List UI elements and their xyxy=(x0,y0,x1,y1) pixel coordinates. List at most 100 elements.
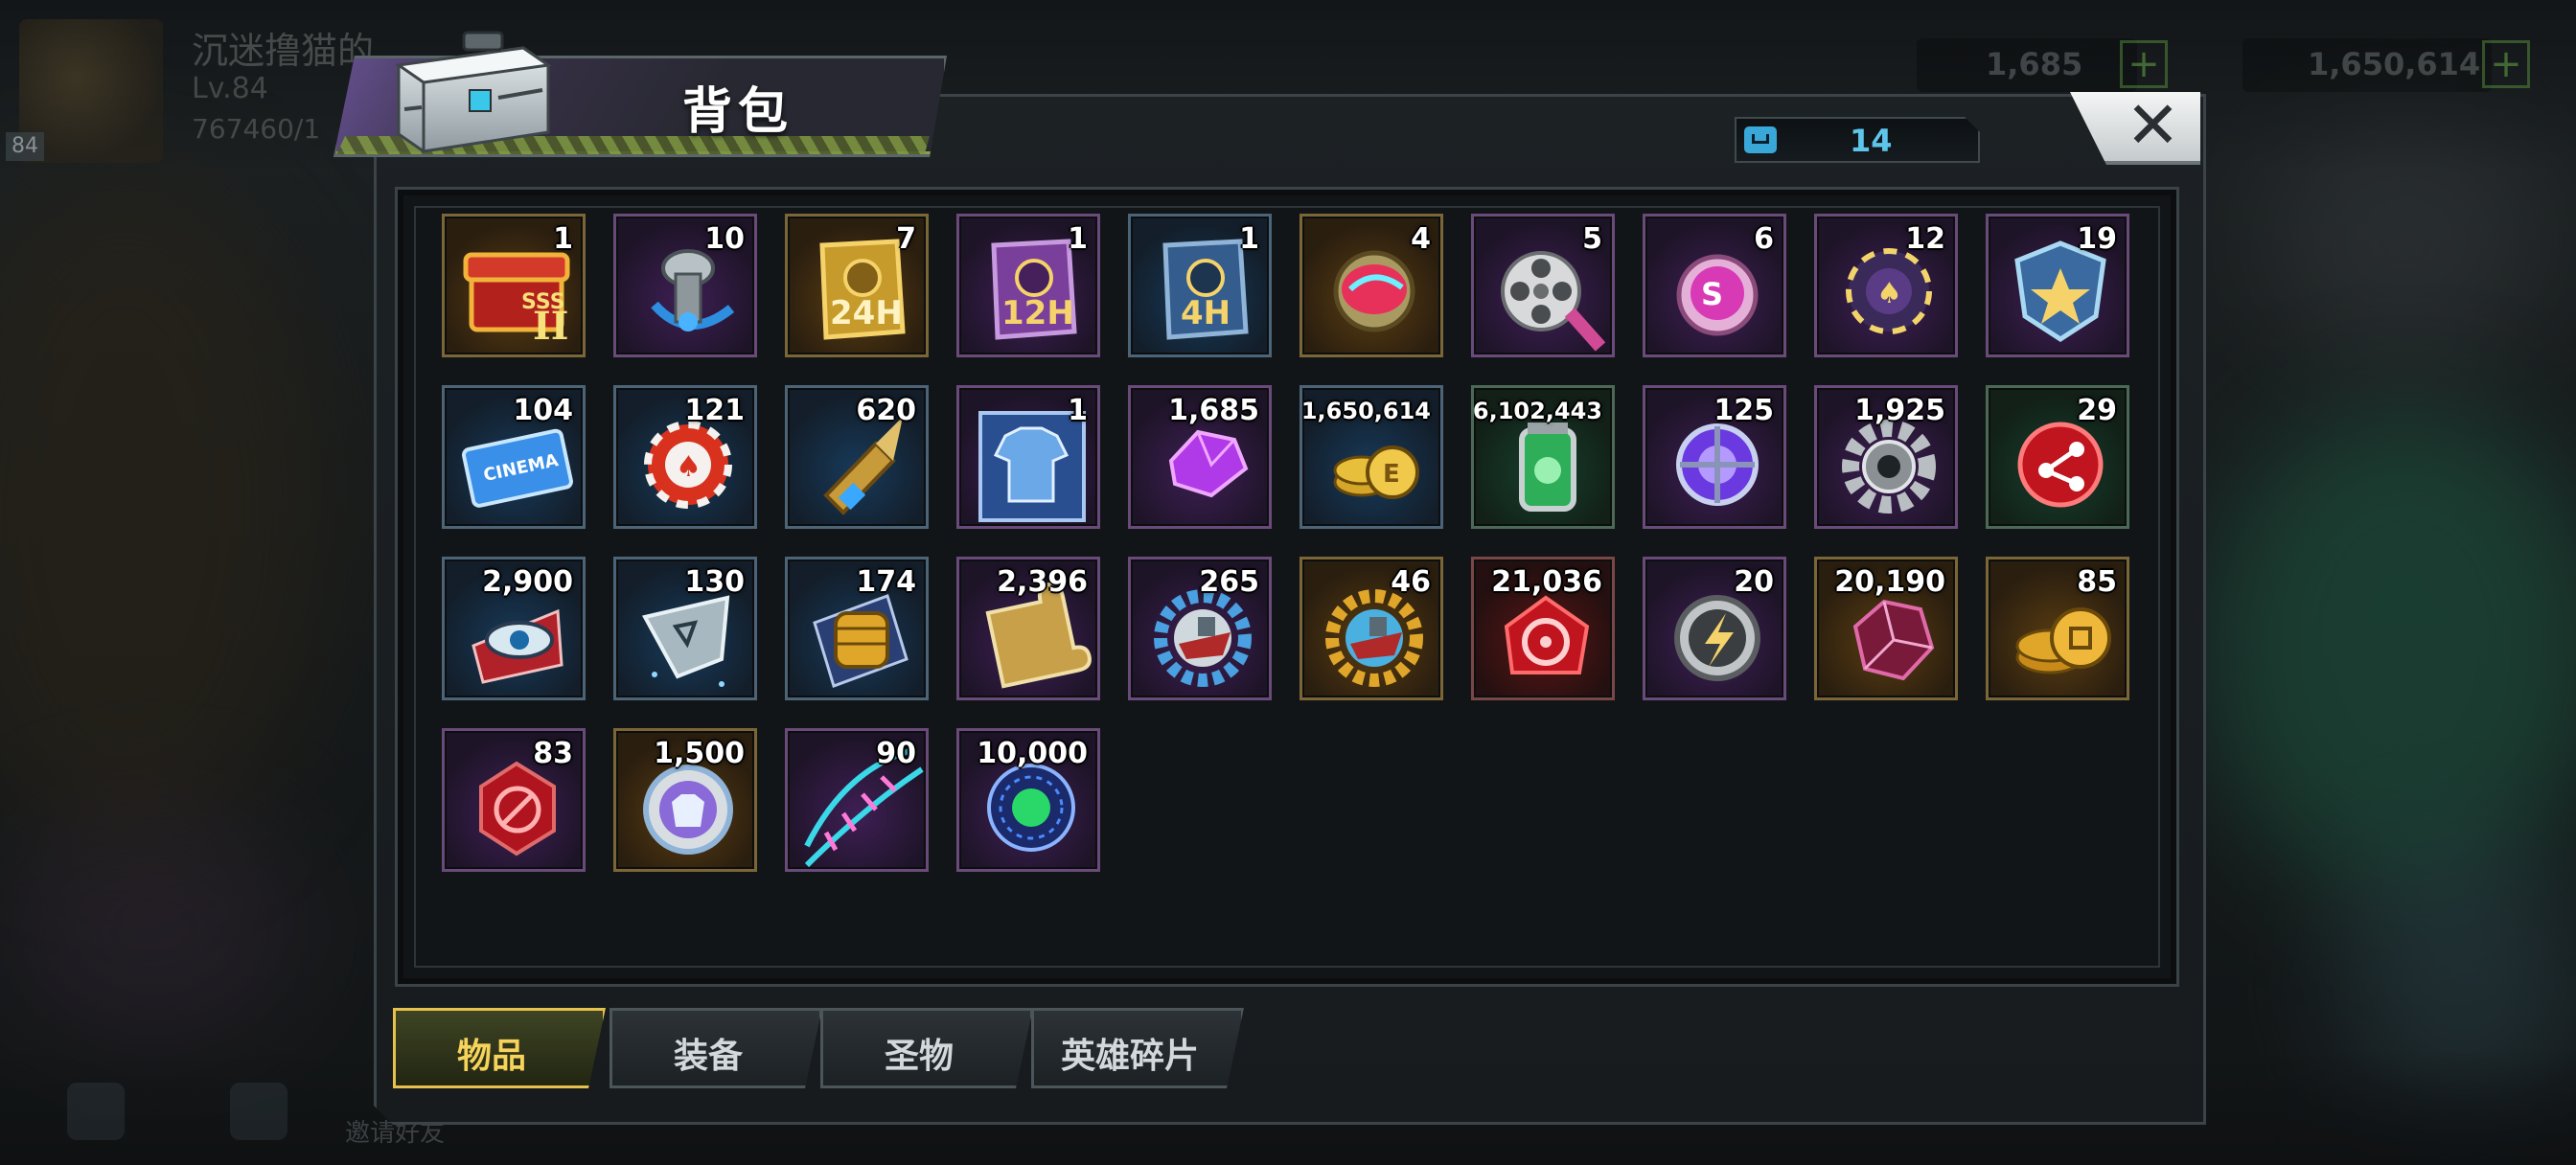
inventory-slot-film-reel[interactable]: 5 xyxy=(1471,214,1615,357)
item-count: 174 xyxy=(856,565,916,599)
svg-text:S: S xyxy=(1701,276,1723,312)
item-count: 1,925 xyxy=(1854,394,1945,427)
item-count: 6 xyxy=(1754,222,1774,256)
resource-1-add-button[interactable]: + xyxy=(2120,40,2168,88)
item-count: 125 xyxy=(1714,394,1774,427)
item-count: 1 xyxy=(1239,222,1259,256)
inventory-slot-bullet[interactable]: 620 xyxy=(785,385,929,529)
inventory-slot-gold-coins[interactable]: E 1,650,614 xyxy=(1300,385,1443,529)
item-count: 2,900 xyxy=(482,565,573,599)
player-name: 沉迷撸猫的 xyxy=(192,30,375,72)
svg-text:E: E xyxy=(1383,460,1400,489)
inventory-slot-boat-gear-blue[interactable]: 265 xyxy=(1128,557,1272,700)
inventory-slot-pink-ore[interactable]: 20,190 xyxy=(1814,557,1958,700)
item-count: 19 xyxy=(2077,222,2117,256)
item-count: 4 xyxy=(1411,222,1431,256)
tab-equipment-label: 装备 xyxy=(673,1037,743,1076)
inventory-slot-biohazard-core[interactable]: 21,036 xyxy=(1471,557,1615,700)
svg-text:4H: 4H xyxy=(1181,294,1230,332)
svg-text:♠: ♠ xyxy=(1876,277,1902,310)
svg-text:II: II xyxy=(533,304,568,349)
inventory-slot-sss-chest[interactable]: SSS II 1 xyxy=(442,214,586,357)
item-count: 104 xyxy=(513,394,573,427)
tab-items-label: 物品 xyxy=(456,1037,526,1076)
tab-equipment[interactable]: 装备 xyxy=(610,1008,822,1088)
inventory-slot-puzzle-piece[interactable]: 2,396 xyxy=(956,557,1100,700)
tab-items[interactable]: 物品 xyxy=(393,1008,606,1088)
resource-2-value: 1,650,614 xyxy=(2308,46,2481,82)
inventory-slot-gold-coin-stack[interactable]: 85 xyxy=(1986,557,2129,700)
capacity-count: 14 xyxy=(1850,123,1893,159)
tab-relics-label: 圣物 xyxy=(884,1037,954,1076)
inventory-slot-virus-orb[interactable]: 10,000 xyxy=(956,728,1100,872)
inventory-slot-red-chip[interactable]: ♠ 121 xyxy=(613,385,757,529)
inventory-slot-fist-emblem[interactable]: 174 xyxy=(785,557,929,700)
inventory-slot-pink-cap[interactable]: S6 xyxy=(1643,214,1786,357)
item-count: 29 xyxy=(2077,394,2117,427)
inventory-slot-cinema-ticket[interactable]: CINEMA 104 xyxy=(442,385,586,529)
inventory-slot-red-cap[interactable]: 4 xyxy=(1300,214,1443,357)
item-count: 121 xyxy=(684,394,745,427)
inventory-slot-blue-gem-device[interactable]: 10 xyxy=(613,214,757,357)
item-count: 1 xyxy=(1068,222,1088,256)
item-count: 7 xyxy=(896,222,916,256)
friends-icon[interactable] xyxy=(67,1083,125,1140)
close-icon[interactable]: ✕ xyxy=(2126,94,2180,159)
chat-icon[interactable] xyxy=(230,1083,288,1140)
item-count: 26,102,443 xyxy=(1471,398,1602,424)
resource-2-add-button[interactable]: + xyxy=(2482,40,2530,88)
resource-1-value: 1,685 xyxy=(1986,46,2083,82)
item-count: 46 xyxy=(1391,565,1431,599)
item-count: 5 xyxy=(1582,222,1602,256)
inventory-slot-purple-crystal[interactable]: 1,685 xyxy=(1128,385,1272,529)
item-count: 10,000 xyxy=(977,737,1088,770)
inventory-slot-red-network-token[interactable]: 29 xyxy=(1986,385,2129,529)
inventory-slot-speedup-12h[interactable]: 12H 1 xyxy=(956,214,1100,357)
inventory-slot-purple-orb[interactable]: 125 xyxy=(1643,385,1786,529)
chest-icon xyxy=(394,31,553,153)
inventory-slot-prism-token[interactable]: 130 xyxy=(613,557,757,700)
item-count: 1,500 xyxy=(654,737,745,770)
inventory-slot-police-badge[interactable]: 19 xyxy=(1986,214,2129,357)
tab-relics[interactable]: 圣物 xyxy=(820,1008,1033,1088)
player-exp: 767460/1 xyxy=(192,113,321,145)
svg-text:♠: ♠ xyxy=(676,450,702,484)
inventory-slot-speedup-24h[interactable]: 24H 7 xyxy=(785,214,929,357)
svg-text:12H: 12H xyxy=(1001,294,1074,332)
inventory-slot-red-target-shard[interactable]: 83 xyxy=(442,728,586,872)
item-count: 21,036 xyxy=(1491,565,1602,599)
item-count: 1,685 xyxy=(1168,394,1259,427)
inventory-slot-dna-helix[interactable]: 90 xyxy=(785,728,929,872)
item-count: 1 xyxy=(553,222,573,256)
item-count: 2,396 xyxy=(997,565,1088,599)
item-count: 620 xyxy=(856,394,916,427)
tab-hero-shards-label: 英雄碎片 xyxy=(1060,1037,1199,1076)
item-grid: SSS II 1 10 24H 7 12H 1 4H 1 4 5 S 6 ♠ 12 19 CINEMA 104 ♠ 12… xyxy=(442,214,2129,872)
svg-text:24H: 24H xyxy=(830,294,903,332)
tab-hero-shards[interactable]: 英雄碎片 xyxy=(1031,1008,1244,1088)
inventory-slot-lightning-coin[interactable]: 20 xyxy=(1643,557,1786,700)
item-count: 1,650,614 xyxy=(1300,398,1431,424)
inventory-slot-boat-gear-gold[interactable]: 46 xyxy=(1300,557,1443,700)
item-count: 20,190 xyxy=(1834,565,1945,599)
inventory-slot-speedup-4h[interactable]: 4H 1 xyxy=(1128,214,1272,357)
item-count: 20 xyxy=(1734,565,1774,599)
item-count: 1 xyxy=(1068,394,1088,427)
item-count: 85 xyxy=(2077,565,2117,599)
bag-icon xyxy=(1744,126,1777,153)
item-count: 83 xyxy=(533,737,573,770)
item-count: 130 xyxy=(684,565,745,599)
player-level: Lv.84 xyxy=(192,72,268,105)
item-count: 12 xyxy=(1905,222,1945,256)
panel-title: 背包 xyxy=(682,83,794,141)
inventory-slot-shirt-medal[interactable]: 1,500 xyxy=(613,728,757,872)
inventory-slot-purple-chip[interactable]: ♠ 12 xyxy=(1814,214,1958,357)
item-count: 265 xyxy=(1199,565,1259,599)
inventory-slot-eye-crystal[interactable]: 2,900 xyxy=(442,557,586,700)
item-count: 90 xyxy=(876,737,916,770)
level-badge: 84 xyxy=(6,132,44,161)
item-count: 10 xyxy=(704,222,745,256)
inventory-slot-green-canister[interactable]: 26,102,443 xyxy=(1471,385,1615,529)
inventory-slot-gear[interactable]: 1,925 xyxy=(1814,385,1958,529)
inventory-slot-tshirt-blueprint[interactable]: 1 xyxy=(956,385,1100,529)
